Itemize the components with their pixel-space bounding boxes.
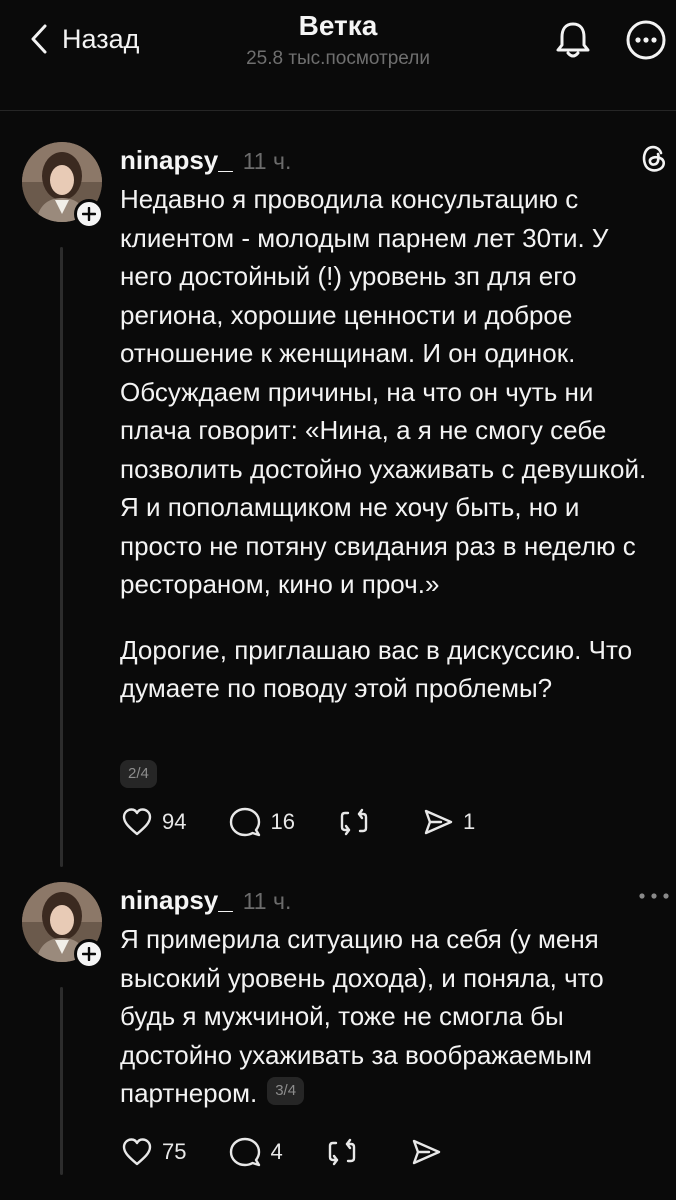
- share-count: 1: [462, 809, 476, 834]
- post-text: Недавно я проводила консультацию с клиен…: [120, 180, 665, 708]
- reply-count: 4: [270, 1139, 283, 1164]
- header-divider: [0, 110, 676, 111]
- reply-count: 16: [270, 809, 295, 834]
- send-icon: [412, 1139, 440, 1165]
- post-time: 11 ч.: [242, 148, 292, 174]
- reply-button[interactable]: 16: [228, 805, 295, 839]
- threads-logo-icon: [642, 145, 666, 172]
- thread-counter: 2/4: [120, 760, 157, 788]
- repost-icon: [328, 1138, 355, 1166]
- comment-icon: [230, 1137, 261, 1167]
- plus-icon: [82, 207, 96, 221]
- like-count: 75: [162, 1139, 187, 1164]
- post-actions: 75 4: [120, 1135, 493, 1169]
- send-icon: [424, 809, 453, 835]
- bell-icon[interactable]: [551, 18, 595, 62]
- heart-icon: [122, 1138, 152, 1166]
- repost-button[interactable]: [325, 1135, 367, 1169]
- thread-counter-badge: 2/4: [120, 760, 157, 788]
- like-count: 94: [162, 809, 187, 834]
- post-paragraph: Дорогие, приглашаю вас в дискуссию. Что …: [120, 634, 633, 704]
- share-button[interactable]: [409, 1135, 451, 1169]
- repost-button[interactable]: [337, 805, 379, 839]
- comment-icon: [230, 807, 261, 837]
- username[interactable]: ninapsy_: [120, 145, 233, 176]
- post-meta: ninapsy_ 11 ч.: [120, 145, 291, 176]
- heart-icon: [122, 808, 152, 836]
- follow-plus-button[interactable]: [74, 939, 104, 969]
- post-actions: 94 16 1: [120, 805, 517, 839]
- username[interactable]: ninapsy_: [120, 885, 233, 916]
- post-meta: ninapsy_ 11 ч.: [120, 885, 291, 916]
- repost-icon: [340, 808, 368, 836]
- like-button[interactable]: 75: [120, 1135, 186, 1169]
- like-button[interactable]: 94: [120, 805, 186, 839]
- post-text: Я примерила ситуацию на себя (у меня выс…: [120, 920, 665, 1113]
- more-options-icon[interactable]: [624, 18, 668, 62]
- post-time: 11 ч.: [242, 888, 292, 914]
- top-navigation-bar: Назад Ветка 25.8 тыс.посмотрели: [0, 0, 676, 112]
- thread-counter-badge: 3/4: [267, 1077, 305, 1106]
- thread-line: [60, 247, 63, 867]
- post-paragraph: Недавно я проводила консультацию с клиен…: [120, 184, 647, 599]
- post-paragraph: Я примерила ситуацию на себя (у меня выс…: [120, 924, 604, 1108]
- follow-plus-button[interactable]: [74, 199, 104, 229]
- reply-button[interactable]: 4: [228, 1135, 283, 1169]
- share-button[interactable]: 1: [421, 805, 475, 839]
- plus-icon: [82, 947, 96, 961]
- thread-line: [60, 987, 63, 1175]
- more-dots-icon[interactable]: [636, 889, 672, 903]
